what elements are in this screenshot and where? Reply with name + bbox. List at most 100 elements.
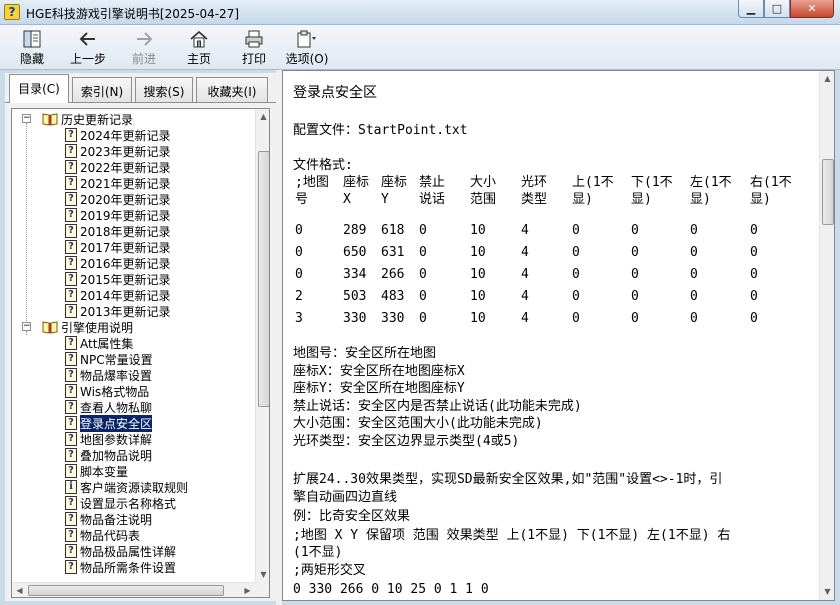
contents-tree[interactable]: − 历史更新记录? 2024年更新记录? 2023年更新记录? 2022年更新记录? 20… xyxy=(11,108,270,598)
tree-item[interactable]: ? 2019年更新记录 xyxy=(65,207,171,223)
table-cell: 0 xyxy=(690,311,698,326)
tree-item[interactable]: ? 查看人物私聊 xyxy=(65,399,152,415)
tree-guide-line xyxy=(26,123,27,327)
tree-item[interactable]: ? 2020年更新记录 xyxy=(65,191,171,207)
tree-scroll-thumb[interactable] xyxy=(258,151,269,407)
tree-item[interactable]: ? 2017年更新记录 xyxy=(65,239,171,255)
table-cell: 0 xyxy=(572,267,580,282)
table-cell: 0 xyxy=(631,267,639,282)
scroll-down-icon[interactable]: ▼ xyxy=(256,567,269,582)
tree-item[interactable]: ? 物品代码表 xyxy=(65,527,140,543)
table-header-cell: 大小 xyxy=(470,175,497,190)
tree-item[interactable]: ? 2014年更新记录 xyxy=(65,287,171,303)
tree-item[interactable]: ? 叠加物品说明 xyxy=(65,447,152,463)
tree-item[interactable]: ? 登录点安全区 xyxy=(65,413,154,433)
home-button[interactable]: 主页 xyxy=(179,29,219,67)
content-scroll-down-icon[interactable]: ▼ xyxy=(820,584,834,599)
back-arrow-icon xyxy=(77,29,99,49)
content-scroll-up-icon[interactable]: ▲ xyxy=(820,71,834,86)
tree-item[interactable]: ? 设置显示名称格式 xyxy=(65,495,176,511)
field-description: 座标X：安全区所在地图座标X xyxy=(293,363,465,379)
scroll-left-icon[interactable]: ◀ xyxy=(12,583,27,597)
tree-item-label: 2024年更新记录 xyxy=(80,128,171,143)
hide-pane-icon xyxy=(21,29,43,49)
options-button[interactable]: 选项(O) xyxy=(284,29,330,67)
field-description: 禁止说话：安全区内是否禁止说话(此功能未完成) xyxy=(293,398,582,414)
example-format-line-2: (1不显) xyxy=(293,545,343,560)
tree-item[interactable]: ? 物品备注说明 xyxy=(65,511,152,527)
window-controls: ▁ □ ✕ xyxy=(738,0,834,18)
collapse-icon[interactable]: − xyxy=(22,114,31,123)
tree-hscroll-thumb[interactable] xyxy=(28,585,224,596)
question-doc-icon: ? xyxy=(65,144,77,158)
tree-item-label: 物品爆率设置 xyxy=(80,368,153,383)
tree-item-label: 2018年更新记录 xyxy=(80,224,171,239)
tree-item[interactable]: ? 2016年更新记录 xyxy=(65,255,171,271)
tree-group[interactable]: − 引擎使用说明 xyxy=(16,319,133,335)
maximize-button[interactable]: □ xyxy=(764,0,790,18)
home-icon xyxy=(188,29,210,49)
tree-item[interactable]: ? 2013年更新记录 xyxy=(65,303,171,319)
tree-item[interactable]: ? Att属性集 xyxy=(65,335,133,351)
table-cell: 0 xyxy=(295,267,303,282)
hide-button[interactable]: 隐藏 xyxy=(12,29,52,67)
tree-item-label: 2015年更新记录 xyxy=(80,272,171,287)
tab-search[interactable]: 搜索(S) xyxy=(135,77,193,102)
tree-item[interactable]: ? 脚本变量 xyxy=(65,463,128,479)
question-doc-icon: ? xyxy=(65,160,77,174)
window-title: HGE科技游戏引擎说明书[2025-04-27] xyxy=(26,7,240,21)
tree-vertical-scrollbar[interactable]: ▲ ▼ xyxy=(255,109,269,582)
table-header-cell: 说话 xyxy=(419,192,446,207)
minimize-button[interactable]: ▁ xyxy=(738,0,764,18)
tree-item-label: 设置显示名称格式 xyxy=(80,496,177,511)
question-doc-icon: ? xyxy=(65,352,77,366)
tab-favorites[interactable]: 收藏夹(I) xyxy=(196,77,268,102)
tree-item-label: 2017年更新记录 xyxy=(80,240,171,255)
field-description: 光环类型：安全区边界显示类型(4或5) xyxy=(293,433,520,449)
collapse-icon[interactable]: − xyxy=(22,322,31,331)
table-header-cell: 禁止 xyxy=(419,175,446,190)
tree-item[interactable]: ? 2021年更新记录 xyxy=(65,175,171,191)
close-button[interactable]: ✕ xyxy=(790,0,834,18)
topic-content-pane[interactable]: 登录点安全区 配置文件：StartPoint.txt 文件格式: ;地图号座标 X… xyxy=(282,70,835,601)
tab-index[interactable]: 索引(N) xyxy=(72,77,132,102)
tree-horizontal-scrollbar[interactable]: ◀ ▶ xyxy=(12,582,255,597)
table-cell: 4 xyxy=(521,267,529,282)
tree-item[interactable]: ? 2023年更新记录 xyxy=(65,143,171,159)
forward-button[interactable]: 前进 xyxy=(124,29,164,67)
back-button[interactable]: 上一步 xyxy=(64,29,112,67)
table-cell: 0 xyxy=(419,245,427,260)
table-cell: 0 xyxy=(690,245,698,260)
table-cell: 483 xyxy=(381,289,405,304)
tree-item[interactable]: ? 物品极品属性详解 xyxy=(65,543,176,559)
print-label: 打印 xyxy=(241,52,266,66)
tree-item[interactable]: ? 2024年更新记录 xyxy=(65,127,171,143)
table-cell: 10 xyxy=(470,311,486,326)
tree-item-label: 2013年更新记录 xyxy=(80,304,171,319)
print-button[interactable]: 打印 xyxy=(234,29,274,67)
scroll-up-icon[interactable]: ▲ xyxy=(256,109,269,124)
question-doc-icon: ? xyxy=(65,384,77,398)
tree-item[interactable]: ? 2018年更新记录 xyxy=(65,223,171,239)
tree-item[interactable]: ? NPC常量设置 xyxy=(65,351,153,367)
table-header-cell: 号 xyxy=(295,192,309,207)
tree-item[interactable]: ? 地图参数详解 xyxy=(65,431,152,447)
table-cell: 10 xyxy=(470,267,486,282)
content-vertical-scrollbar[interactable]: ▲ ▼ xyxy=(819,71,834,600)
field-description: 地图号：安全区所在地图 xyxy=(293,346,437,361)
table-cell: 0 xyxy=(572,223,580,238)
tree-group[interactable]: − 历史更新记录 xyxy=(16,111,133,127)
tree-item[interactable]: ? 物品爆率设置 xyxy=(65,367,152,383)
tree-item-label: 物品备注说明 xyxy=(80,512,153,527)
tree-item[interactable]: ? Wis格式物品 xyxy=(65,383,149,399)
tree-item[interactable]: ? 2022年更新记录 xyxy=(65,159,171,175)
scroll-right-icon[interactable]: ▶ xyxy=(240,583,255,597)
content-scroll-thumb[interactable] xyxy=(822,159,834,225)
tab-contents[interactable]: 目录(C) xyxy=(9,74,69,103)
table-cell: 2 xyxy=(295,289,303,304)
table-cell: 0 xyxy=(750,289,758,304)
tree-item-label: 物品代码表 xyxy=(80,528,141,543)
tree-item[interactable]: i 客户端资源读取规则 xyxy=(65,479,188,495)
tree-item[interactable]: ? 2015年更新记录 xyxy=(65,271,171,287)
tree-item[interactable]: ? 物品所需条件设置 xyxy=(65,559,176,575)
